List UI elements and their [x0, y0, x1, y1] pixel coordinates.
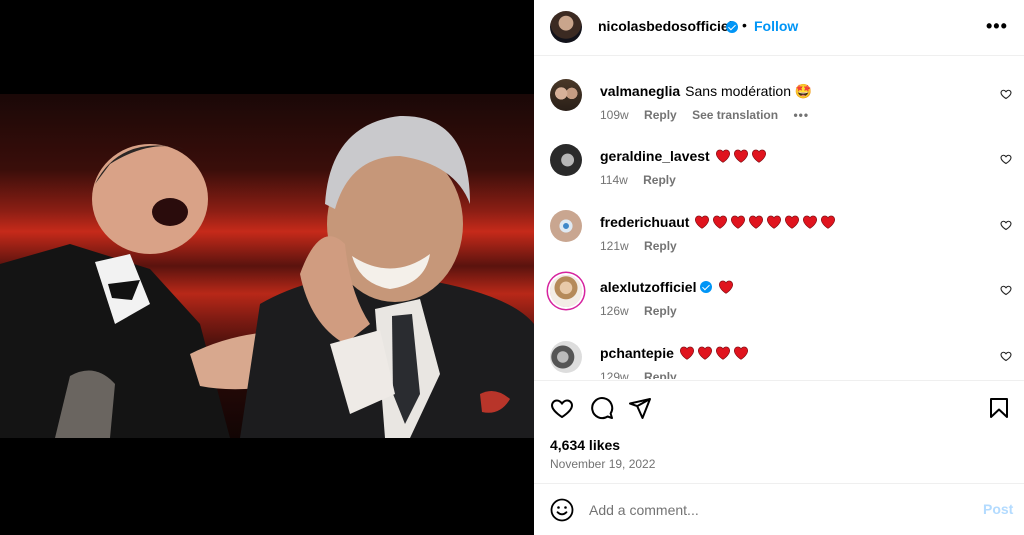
reply-button[interactable]: Reply: [643, 173, 676, 187]
comment-line: pchantepie: [600, 345, 751, 361]
comment-text: Sans modération 🤩: [685, 83, 813, 99]
comment-avatar[interactable]: [550, 275, 582, 307]
post-date[interactable]: November 19, 2022: [550, 457, 655, 471]
like-heart-icon[interactable]: [550, 396, 574, 420]
comment-hearts: [694, 214, 838, 230]
comment-age: 126w: [600, 304, 629, 318]
save-bookmark-icon[interactable]: [987, 396, 1011, 420]
comment-avatar[interactable]: [550, 144, 582, 176]
verified-badge-icon: [726, 21, 738, 33]
post-actions: 4,634 likes November 19, 2022: [534, 380, 1024, 483]
red-heart-emoji-icon: [785, 215, 800, 229]
comment-meta: 121w Reply: [600, 239, 689, 253]
more-options-icon[interactable]: •••: [986, 16, 1008, 37]
comment-age: 121w: [600, 239, 629, 253]
reply-button[interactable]: Reply: [644, 304, 677, 318]
comment-avatar[interactable]: [550, 79, 582, 111]
post-header: nicolasbedosofficiel • Follow •••: [534, 0, 1024, 56]
heart-outline-icon[interactable]: [1000, 153, 1012, 165]
header-separator: •: [742, 17, 747, 33]
heart-outline-icon[interactable]: [1000, 88, 1012, 100]
red-heart-emoji-icon: [697, 346, 712, 360]
comment-line: valmaneglia Sans modération 🤩: [600, 83, 812, 100]
photo-illustration: [0, 115, 534, 438]
red-heart-emoji-icon: [715, 149, 730, 163]
emoji-icon[interactable]: [550, 498, 574, 522]
comment-age: 109w: [600, 108, 629, 122]
comment-line: frederichuaut: [600, 214, 838, 230]
comment-item: pchantepie 129w Reply: [534, 319, 1024, 379]
comment-meta: 114w Reply: [600, 173, 688, 187]
heart-outline-icon[interactable]: [1000, 219, 1012, 231]
comment-hearts: [718, 279, 736, 295]
comment-hearts: [679, 345, 751, 361]
red-heart-emoji-icon: [731, 215, 746, 229]
comment-meta: 129w Reply: [600, 370, 689, 379]
verified-badge-icon: [700, 281, 713, 293]
comment-avatar[interactable]: [550, 210, 582, 242]
comment-age: 114w: [600, 173, 628, 187]
comment-meta: 109w Reply See translation •••: [600, 108, 821, 122]
likes-count[interactable]: 4,634 likes: [550, 437, 620, 453]
reply-button[interactable]: Reply: [644, 108, 677, 122]
red-heart-emoji-icon: [695, 215, 710, 229]
red-heart-emoji-icon: [733, 346, 748, 360]
see-translation-button[interactable]: See translation: [692, 108, 778, 122]
comment-line: alexlutzofficiel: [600, 279, 736, 295]
comment-username[interactable]: pchantepie: [600, 345, 674, 361]
red-heart-emoji-icon: [719, 280, 734, 294]
instagram-post-viewer: nicolasbedosofficiel • Follow ••• valman…: [0, 0, 1024, 535]
comment-item: frederichuaut 121w Reply: [534, 188, 1024, 253]
comment-more-button[interactable]: •••: [793, 108, 809, 122]
post-photo[interactable]: [0, 94, 534, 438]
red-heart-emoji-icon: [713, 215, 728, 229]
red-heart-emoji-icon: [733, 149, 748, 163]
comment-username[interactable]: alexlutzofficiel: [600, 279, 696, 295]
red-heart-emoji-icon: [767, 215, 782, 229]
heart-outline-icon[interactable]: [1000, 284, 1012, 296]
comment-username[interactable]: frederichuaut: [600, 214, 689, 230]
add-comment-bar: Post: [534, 483, 1024, 535]
media-pane: [0, 0, 534, 535]
comment-list[interactable]: valmaneglia Sans modération 🤩 109w Reply …: [534, 57, 1024, 379]
comment-item: valmaneglia Sans modération 🤩 109w Reply …: [534, 57, 1024, 122]
comment-item: geraldine_lavest 114w Reply: [534, 122, 1024, 187]
author-username[interactable]: nicolasbedosofficiel: [598, 18, 733, 34]
share-send-icon[interactable]: [628, 396, 652, 420]
comment-item: alexlutzofficiel 126w Reply: [534, 253, 1024, 318]
comment-hearts: [715, 148, 769, 164]
comment-username[interactable]: geraldine_lavest: [600, 148, 710, 164]
comment-input[interactable]: [589, 498, 959, 522]
follow-button[interactable]: Follow: [754, 18, 798, 34]
comment-username[interactable]: valmaneglia: [600, 83, 680, 99]
post-side-panel: nicolasbedosofficiel • Follow ••• valman…: [534, 0, 1024, 535]
comment-meta: 126w Reply: [600, 304, 689, 318]
heart-outline-icon[interactable]: [1000, 350, 1012, 362]
red-heart-emoji-icon: [715, 346, 730, 360]
comment-line: geraldine_lavest: [600, 148, 769, 164]
post-comment-button[interactable]: Post: [983, 501, 1013, 517]
comment-age: 129w: [600, 370, 629, 379]
red-heart-emoji-icon: [803, 215, 818, 229]
red-heart-emoji-icon: [679, 346, 694, 360]
author-avatar[interactable]: [550, 11, 582, 43]
reply-button[interactable]: Reply: [644, 370, 677, 379]
comment-bubble-icon[interactable]: [590, 396, 614, 420]
red-heart-emoji-icon: [749, 215, 764, 229]
reply-button[interactable]: Reply: [644, 239, 677, 253]
red-heart-emoji-icon: [821, 215, 836, 229]
comment-avatar[interactable]: [550, 341, 582, 373]
red-heart-emoji-icon: [751, 149, 766, 163]
